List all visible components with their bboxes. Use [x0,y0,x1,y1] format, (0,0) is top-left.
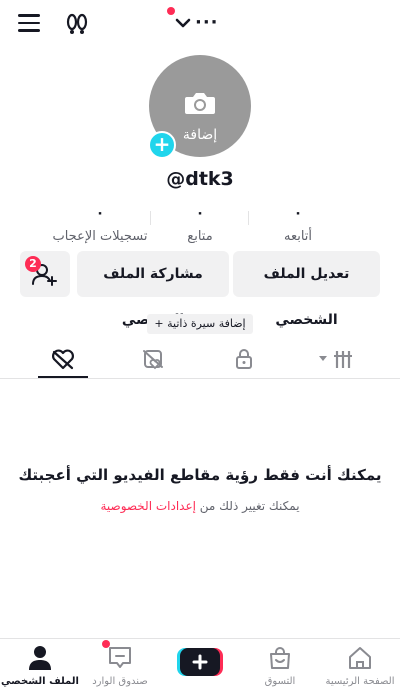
add-bio-button[interactable]: + إضافة سيرة ذاتية [147,314,253,334]
followers-count[interactable]: ٠ [155,205,245,221]
privacy-settings-link[interactable]: إعدادات الخصوصية [100,499,196,513]
empty-state-subtitle: يمكنك تغيير ذلك من إعدادات الخصوصية [0,499,400,513]
top-bar: ··· [0,0,400,48]
camera-icon [185,93,215,114]
more-dots-icon[interactable]: ··· [195,12,219,33]
nav-profile[interactable]: الملف الشخصي [0,642,80,690]
bottom-nav-divider [0,638,400,639]
nav-profile-label: الملف الشخصي [1,676,79,687]
profile-icon [29,646,51,670]
hamburger-menu-icon[interactable] [18,14,42,34]
nav-inbox-label: صندوق الوارد [92,676,148,687]
stat-divider [150,211,151,225]
lock-icon [236,349,252,369]
nav-home[interactable]: الصفحة الرئيسية [320,642,400,690]
tab-videos-grid[interactable] [312,345,362,375]
chevron-down-icon[interactable] [173,16,193,30]
hidden-likes-icon [143,350,163,370]
following-label[interactable]: أتابعه [243,229,353,244]
nav-inbox[interactable]: صندوق الوارد [80,642,160,690]
tabs-divider [0,378,400,379]
grid-videos-icon [319,351,352,368]
empty-state-subtitle-text: يمكنك تغيير ذلك من [199,499,300,513]
share-profile-button[interactable]: مشاركة الملف الشخصي [77,251,229,328]
liked-videos-icon [52,349,74,370]
notification-dot [167,7,175,15]
nav-shop[interactable]: التسوق [240,642,320,690]
username: @dtk3 [166,168,234,190]
add-friends-badge: 2 [25,256,41,272]
empty-state-title: يمكنك أنت فقط رؤية مقاطع الفيديو التي أع… [18,466,382,484]
home-icon [349,647,371,669]
shop-bag-icon [270,647,290,669]
add-avatar-plus-icon[interactable]: + [148,131,176,159]
edit-profile-button[interactable]: تعديل الملف الشخصي [233,251,380,328]
nav-shop-label: التسوق [264,676,296,687]
stat-divider [248,211,249,225]
likes-label: تسجيلات الإعجاب [52,229,148,244]
footprints-icon[interactable] [64,12,90,36]
tab-liked-videos[interactable] [38,345,88,375]
tab-hidden-likes[interactable] [128,345,178,375]
likes-count: ٠ [95,205,105,221]
inbox-icon [109,647,131,668]
create-plus-icon[interactable] [177,648,223,676]
inbox-notification-dot [102,640,110,648]
followers-label[interactable]: متابع [145,229,255,244]
tab-private-videos[interactable] [219,345,269,375]
nav-home-label: الصفحة الرئيسية [325,676,395,687]
following-count[interactable]: ٠ [253,205,343,221]
